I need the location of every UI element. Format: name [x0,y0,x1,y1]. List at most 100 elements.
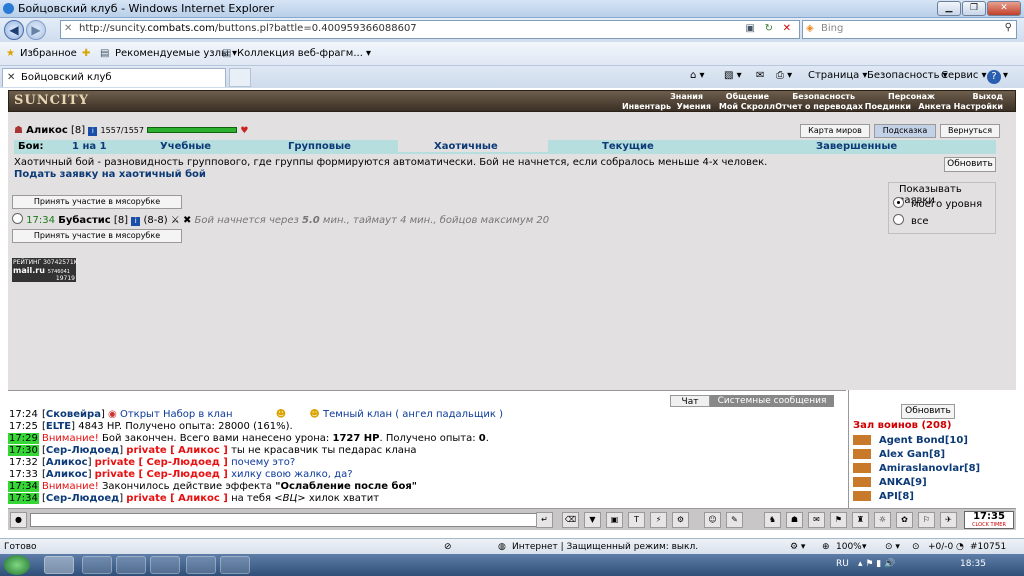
player-item[interactable]: Alex Gan[8] [853,449,945,460]
help-dropdown-icon[interactable]: ▾ [1003,70,1008,81]
stop-icon[interactable]: ✕ [783,23,791,34]
submenu-inventory[interactable]: Инвентарь [622,102,671,111]
tab-chaotic[interactable]: Хаотичные [398,140,548,152]
tab-training[interactable]: Учебные [160,141,211,152]
world-map-button[interactable]: Карта миров [800,124,870,138]
addon-icon[interactable]: ⊙ ▾ [885,542,900,552]
search-icon[interactable]: ⚲ [1005,22,1012,33]
radio-my-level[interactable] [893,197,904,208]
taskbar-opera-icon[interactable] [186,556,216,574]
tab-chat[interactable]: Чат [670,395,710,407]
feeds-icon[interactable]: ▧ ▾ [724,70,742,81]
taskbar-explorer-icon[interactable] [82,556,112,574]
refresh-list-button[interactable]: Обновить [901,404,955,419]
emotions-icon[interactable]: ✎ [726,512,743,528]
tab-1v1[interactable]: 1 на 1 [72,141,107,152]
chat-mode-icon[interactable]: ● [10,512,27,528]
new-tab-button[interactable] [229,68,251,87]
submenu-transfers[interactable]: Отчет о переводах [775,102,863,111]
filter-icon[interactable]: ▼ [584,512,601,528]
battle-radio[interactable] [12,213,23,224]
join-battle-button-top[interactable]: Принять участие в мясорубке [12,195,182,209]
submenu-fights[interactable]: Поединки [865,102,911,111]
maximize-button[interactable]: ❐ [962,1,986,16]
url-input[interactable]: ✕ http://suncity.combats.com/buttons.pl?… [60,20,800,39]
action-icon-5[interactable]: ♜ [852,512,869,528]
addon-icon-2[interactable]: ⊙ [912,542,920,552]
tab-finished[interactable]: Завершенные [816,141,897,152]
action-icon-3[interactable]: ✉ [808,512,825,528]
player-item[interactable]: API[8] [853,491,914,502]
print-icon[interactable]: ⎙ ▾ [776,70,792,81]
taskbar-media-icon[interactable] [116,556,146,574]
submenu-scroll[interactable]: Мой Скролл [719,102,775,111]
back-icon[interactable]: ◀ [4,20,24,40]
refresh-button[interactable]: Обновить [944,157,996,172]
taskbar-ie-icon[interactable] [44,556,74,574]
menu-character[interactable]: Персонаж [888,92,935,101]
join-battle-button-bottom[interactable]: Принять участие в мясорубке [12,229,182,243]
minimize-button[interactable]: ▁ [937,1,961,16]
menu-knowledge[interactable]: Знания [670,92,703,101]
player-item[interactable]: Amiraslanovlar[8] [853,463,980,474]
chat-settings-icon[interactable]: ⚙ [672,512,689,528]
action-icon-9[interactable]: ✈ [940,512,957,528]
recommended-sites-link[interactable]: Рекомендуемые узлы ▾ [115,48,237,59]
help-icon[interactable]: ? [987,70,1001,84]
action-icon-4[interactable]: ⚑ [830,512,847,528]
hint-button[interactable]: Подсказка [874,124,936,138]
submit-chaotic-link[interactable]: Подать заявку на хаотичный бой [14,169,206,180]
menu-exit[interactable]: Выход [973,92,1003,101]
menu-communication[interactable]: Общение [726,92,769,101]
submenu-settings[interactable]: Настройки [954,102,1003,111]
security-menu[interactable]: Безопасность ▾ [867,70,948,81]
refresh-icon[interactable]: ↻ [765,23,773,34]
taskbar-skype-icon[interactable] [150,556,180,574]
action-icon-1[interactable]: ♞ [764,512,781,528]
clear-icon[interactable]: ⌫ [562,512,579,528]
info-icon[interactable]: i [88,127,98,136]
menu-security[interactable]: Безопасность [792,92,855,101]
forward-icon[interactable]: ▶ [26,20,46,40]
taskbar-app-icon[interactable] [220,556,250,574]
language-indicator[interactable]: RU [836,559,849,569]
start-button[interactable] [4,555,30,575]
home-icon[interactable]: ⌂ ▾ [690,70,705,81]
save-icon[interactable]: ▣ [606,512,623,528]
text-icon[interactable]: T [628,512,645,528]
submenu-profile[interactable]: Анкета [918,102,951,111]
compat-icon[interactable]: ▣ [746,23,755,34]
zoom-level[interactable]: 100% [836,542,862,552]
mail-icon[interactable]: ✉ [756,70,764,81]
star-icon[interactable]: ★ [6,48,15,59]
taskbar-clock[interactable]: 18:35 [960,559,986,569]
radio-all[interactable] [893,214,904,225]
action-icon-6[interactable]: ☼ [874,512,891,528]
chat-message-input[interactable] [30,513,542,527]
zoom-dropdown-icon[interactable]: ▾ [862,542,867,552]
page-menu[interactable]: Страница ▾ [808,70,867,81]
close-button[interactable]: ✕ [987,1,1021,16]
action-icon-2[interactable]: ☗ [786,512,803,528]
speed-icon[interactable]: ⚡ [650,512,667,528]
tab-combats[interactable]: ✕ Бойцовский клуб [2,68,226,87]
character-name[interactable]: Аликос [26,125,68,136]
tab-system-messages[interactable]: Системные сообщения [710,395,834,407]
tools-menu[interactable]: Сервис ▾ [941,70,987,81]
add-favorite-icon[interactable]: ✚ [82,48,90,59]
action-icon-8[interactable]: ⚐ [918,512,935,528]
player-item[interactable]: ANKA[9] [853,477,927,488]
protected-mode-icon[interactable]: ⚙ ▾ [790,542,805,552]
send-icon[interactable]: ↵ [536,512,553,528]
player-item[interactable]: Agent Bond[10] [853,435,968,446]
search-input[interactable]: ◈ Bing ⚲ [802,20,1017,39]
smiles-icon[interactable]: ☺ [704,512,721,528]
tab-group[interactable]: Групповые [288,141,351,152]
tab-current[interactable]: Текущие [602,141,654,152]
back-button[interactable]: Вернуться [940,124,1000,138]
submenu-skills[interactable]: Умения [677,102,711,111]
battle-player[interactable]: Бубастис [58,215,111,226]
info-icon[interactable]: i [131,217,141,226]
mailru-rating-widget[interactable]: РЕЙТИНГ 30742571K mail.ru 5746041 19719 [12,258,78,282]
web-slice-gallery-link[interactable]: Коллекция веб-фрагм... ▾ [237,48,371,59]
